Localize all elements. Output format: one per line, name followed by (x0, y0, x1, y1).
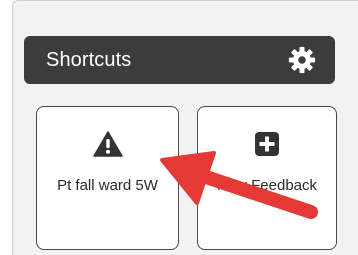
plus-square-icon (254, 131, 280, 162)
shortcut-tile-new-feedback[interactable]: New Feedback (197, 106, 337, 250)
warning-triangle-icon (92, 131, 123, 162)
shortcut-tile-label: Pt fall ward 5W (57, 177, 158, 194)
shortcut-tile-pt-fall[interactable]: Pt fall ward 5W (36, 106, 179, 250)
shortcuts-header: Shortcuts (24, 36, 335, 84)
shortcuts-title: Shortcuts (46, 48, 132, 71)
shortcut-tile-label: New Feedback (216, 177, 318, 194)
gear-icon[interactable] (287, 45, 317, 75)
